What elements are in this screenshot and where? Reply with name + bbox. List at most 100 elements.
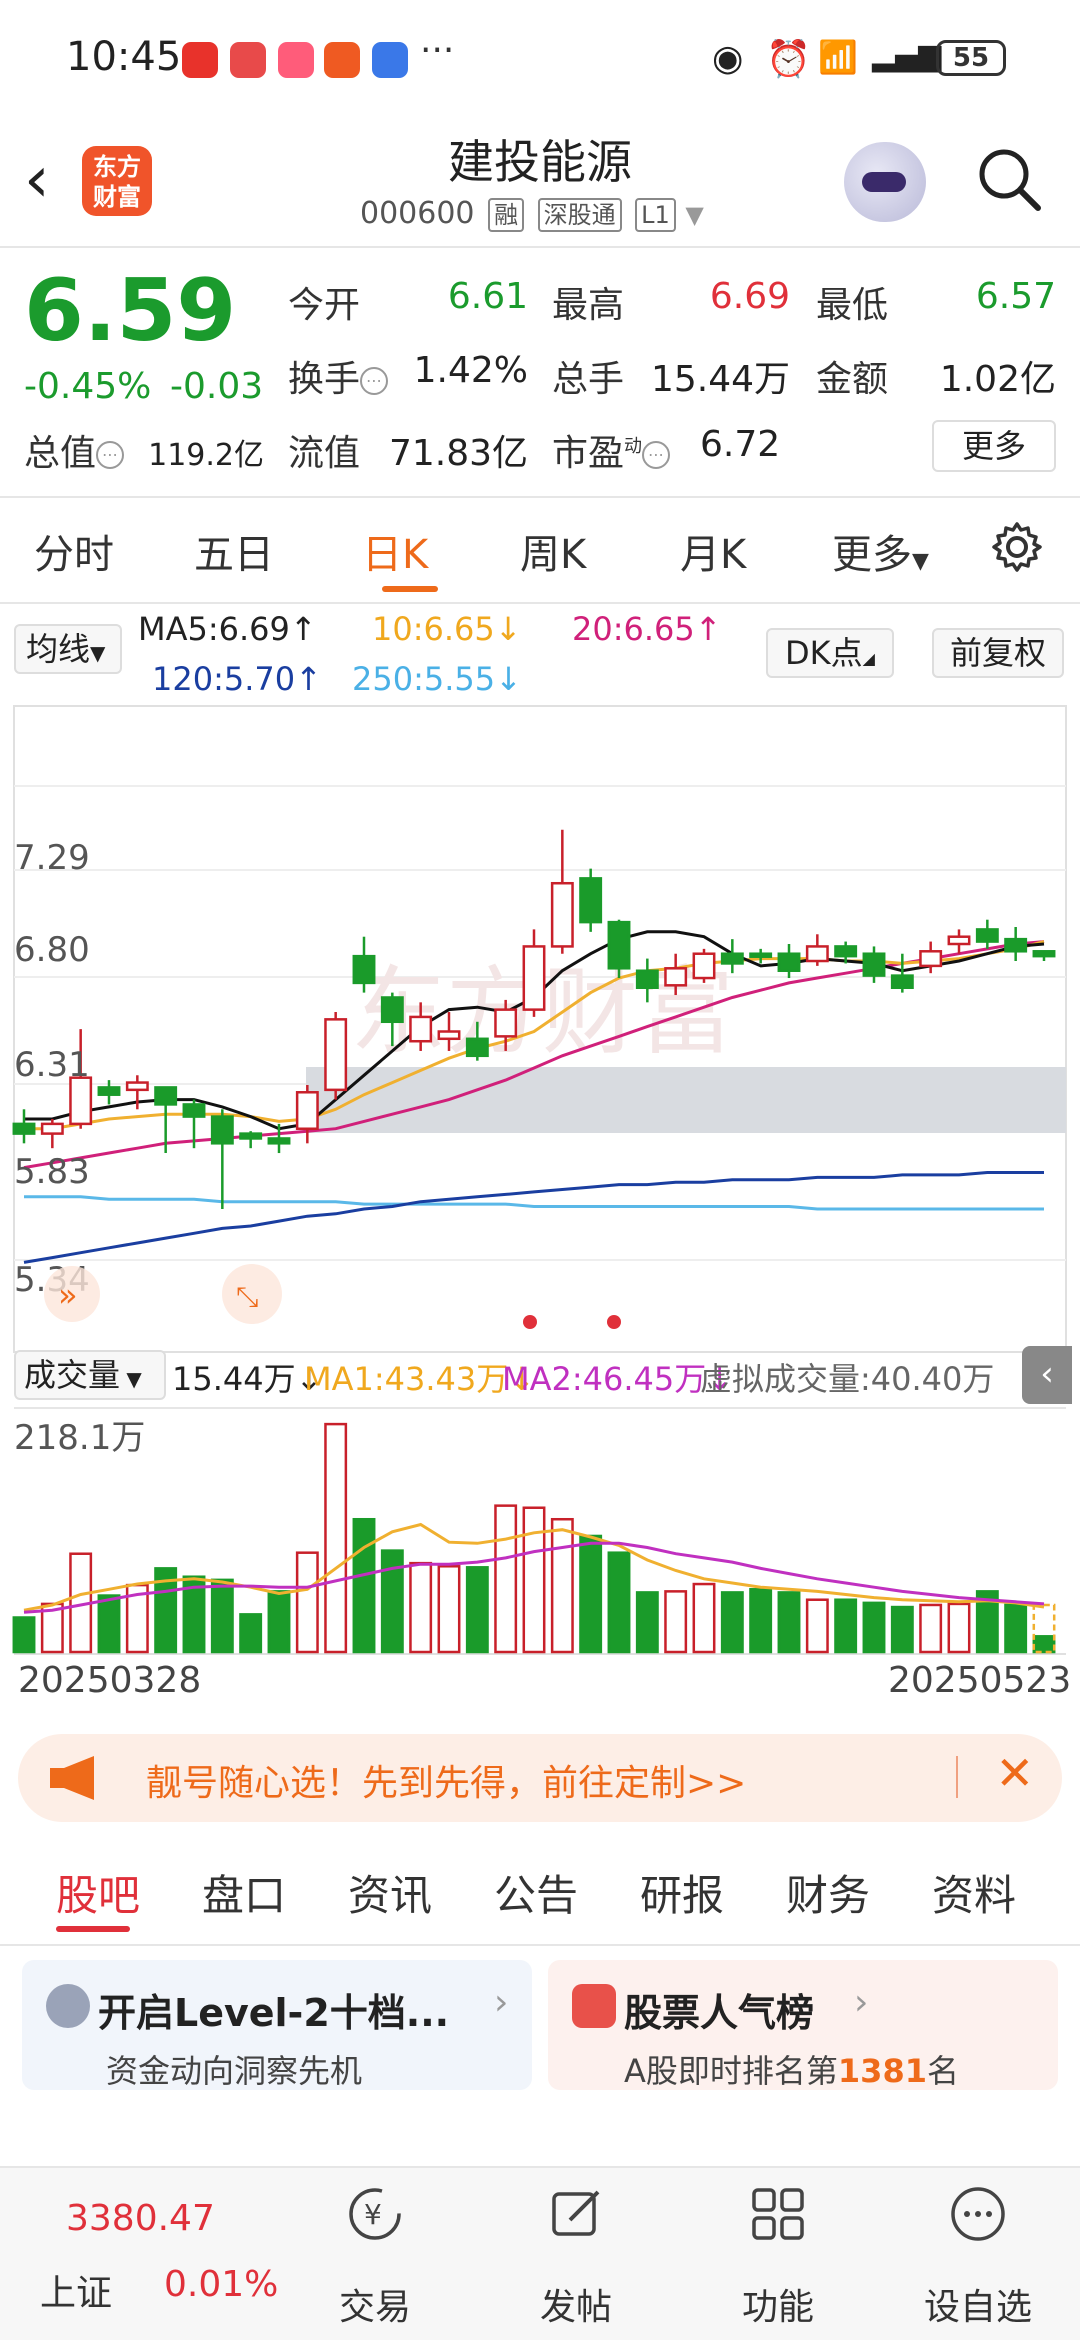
- quote-label-text: 总值: [24, 433, 97, 474]
- candle: [635, 969, 659, 990]
- candle: [550, 881, 574, 948]
- quote-label: 总值 ⋯: [24, 424, 125, 476]
- volume-bar: [749, 1588, 773, 1654]
- adjust-button[interactable]: 前复权: [932, 628, 1064, 678]
- close-icon[interactable]: ✕: [995, 1746, 1034, 1800]
- quote-label: 最高: [552, 285, 625, 326]
- candle: [154, 1086, 178, 1106]
- tab-more[interactable]: 更多▼: [832, 522, 929, 580]
- event-marker[interactable]: [607, 1315, 621, 1329]
- popularity-card[interactable]: 股票人气榜 › A股即时排名第1381名: [548, 1960, 1058, 2090]
- index-value[interactable]: 3380.47: [66, 2198, 215, 2239]
- info-icon[interactable]: ⋯: [360, 367, 389, 395]
- volume-bar: [635, 1591, 659, 1654]
- index-name[interactable]: 上证: [40, 2264, 112, 2316]
- candle: [97, 1086, 121, 1096]
- more-circle-icon: [951, 2187, 1005, 2241]
- current-price: 6.59: [24, 261, 237, 361]
- status-time: 10:45: [66, 34, 182, 80]
- tab-monthly-k[interactable]: 月K: [680, 522, 746, 580]
- volume-bar: [239, 1613, 263, 1654]
- indicator-selector[interactable]: 均线▼: [14, 624, 122, 674]
- support-zone: [306, 1067, 1066, 1133]
- open-value: 6.61: [447, 276, 528, 317]
- tab-weekly-k[interactable]: 周K: [520, 522, 586, 580]
- quote-label-text: 市盈: [552, 433, 625, 474]
- quote-label: 最低: [816, 285, 889, 326]
- tab-daily-k[interactable]: 日K: [362, 522, 428, 580]
- stock-detail-screen: 10:45 ··· ◉ ⏰ 📶 ▂▄▆ 55 ‹ 东方 财富 建投能源 0006…: [0, 0, 1080, 2340]
- candle: [239, 1132, 263, 1140]
- kline-chart[interactable]: 东方财富 7.296.806.315.835.34 » ⤡: [0, 700, 1080, 1660]
- dk-point-button[interactable]: DK点◢: [766, 628, 894, 678]
- svg-text:¥: ¥: [364, 2198, 382, 2231]
- nav-label: 交易: [338, 2287, 411, 2328]
- volume-bar: [890, 1605, 914, 1654]
- quote-label: 换手 ⋯: [288, 350, 389, 402]
- assistant-robot-icon[interactable]: [844, 142, 926, 222]
- quote-label: 总手: [552, 359, 625, 400]
- connect-tag: 深股通: [537, 198, 622, 232]
- ma5-legend: MA5:6.69↑: [138, 610, 317, 648]
- candle: [437, 1030, 461, 1041]
- high-value: 6.69: [709, 276, 790, 317]
- more-notifications-icon: ···: [420, 30, 455, 71]
- low-value: 6.57: [975, 276, 1056, 317]
- event-marker[interactable]: [523, 1315, 537, 1329]
- index-change[interactable]: 0.01%: [164, 2264, 278, 2305]
- more-quote-button[interactable]: 更多: [932, 420, 1056, 472]
- status-bar: 10:45 ··· ◉ ⏰ 📶 ▂▄▆ 55: [0, 0, 1080, 120]
- market-cap-value: 119.2亿: [148, 438, 264, 473]
- ma120-line: [23, 1171, 1044, 1264]
- tab-five-day[interactable]: 五日: [194, 522, 274, 580]
- candle: [579, 877, 603, 924]
- eye-icon: ◉: [712, 38, 744, 79]
- tab-announcements[interactable]: 公告: [494, 1862, 578, 1923]
- tab-finance[interactable]: 财务: [786, 1862, 870, 1923]
- app-notification-icon: [182, 42, 218, 78]
- tab-profile[interactable]: 资料: [932, 1862, 1016, 1923]
- stock-code-row[interactable]: 000600 融 深股通 L1 ▼: [360, 196, 704, 232]
- volume-bar: [380, 1549, 404, 1654]
- volume-bar: [12, 1616, 36, 1654]
- pe-superscript: 动: [624, 436, 643, 457]
- volume-indicator-selector[interactable]: 成交量 ▼: [14, 1350, 166, 1400]
- level2-card[interactable]: 开启Level-2十档... › 资金动向洞察先机: [22, 1960, 532, 2090]
- ma250-legend: 250:5.55↓: [352, 660, 522, 698]
- price-axis-label: 6.80: [14, 930, 90, 970]
- candle: [210, 1115, 234, 1145]
- volume-bar: [522, 1506, 546, 1654]
- candle: [1004, 937, 1028, 953]
- tab-news[interactable]: 资讯: [348, 1862, 432, 1923]
- search-icon[interactable]: [976, 146, 1042, 212]
- candle: [947, 935, 971, 946]
- active-tab-indicator: [382, 586, 438, 592]
- indicator-selector-label: 均线: [26, 630, 91, 668]
- candle: [494, 1008, 518, 1038]
- volume-bar: [692, 1582, 716, 1654]
- candle: [40, 1122, 64, 1135]
- volume-selector-label: 成交量: [24, 1356, 121, 1394]
- price-axis-label: 5.83: [14, 1152, 90, 1192]
- volume-bar: [267, 1590, 291, 1654]
- edit-icon: [552, 2190, 600, 2236]
- candle: [1032, 950, 1056, 958]
- ma250-line: [24, 1195, 1044, 1211]
- collapse-panel-button[interactable]: ‹: [1022, 1346, 1072, 1404]
- gear-icon[interactable]: [990, 520, 1044, 574]
- info-icon[interactable]: ⋯: [642, 441, 671, 469]
- volume-bar: [579, 1534, 603, 1654]
- candle: [805, 945, 829, 963]
- tab-orderbook[interactable]: 盘口: [202, 1862, 286, 1923]
- tab-research[interactable]: 研报: [640, 1862, 724, 1923]
- volume-bar: [324, 1422, 348, 1654]
- quote-label: 流值: [288, 433, 361, 474]
- level-tag: L1: [635, 198, 676, 232]
- tab-intraday[interactable]: 分时: [34, 522, 114, 580]
- nav-label: 发帖: [539, 2287, 612, 2328]
- quote-label: 今开: [288, 285, 361, 326]
- card-icon: [46, 1984, 90, 2028]
- promo-banner[interactable]: 靓号随心选！先到先得，前往定制>> ✕: [18, 1734, 1062, 1822]
- tab-forum[interactable]: 股吧: [56, 1862, 140, 1923]
- info-icon[interactable]: ⋯: [96, 441, 125, 469]
